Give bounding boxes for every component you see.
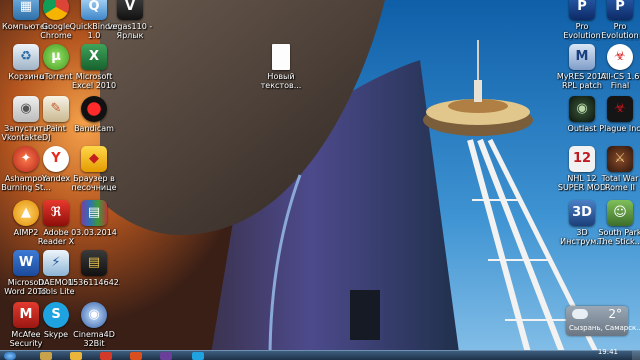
new-text-document-label: Новый текстов...: [260, 72, 302, 90]
sandbox-browser-label: Браузер в песочнице: [71, 174, 117, 192]
sandbox-browser-icon: ◆: [81, 146, 107, 172]
folder-taskbar-icon[interactable]: [70, 352, 82, 360]
cinema4d-item[interactable]: ◉ Cinema4D 32Bit: [68, 302, 120, 348]
yandex-icon: Y: [43, 146, 69, 172]
total-war-label: Total War Rome II: [601, 174, 639, 192]
excel-label: Microsoft Excel 2010: [71, 72, 117, 90]
start-button[interactable]: [4, 352, 16, 360]
weather-gadget[interactable]: 2° Сызрань, Самарск...: [566, 306, 640, 336]
bandicam-record-icon: [81, 96, 107, 122]
show-desktop-button[interactable]: [632, 351, 640, 360]
vegas-item[interactable]: V vegas110 - Ярлык: [104, 0, 156, 40]
weather-city: Сызрань, Самарск...: [569, 324, 640, 332]
bandicam-label: Bandicam: [74, 124, 114, 133]
archive-icon: ▤: [81, 200, 107, 226]
skype-icon: S: [43, 302, 69, 328]
winrar-archive-item[interactable]: ▤ 03.03.2014: [68, 200, 120, 237]
archive-label: 03.03.2014: [71, 228, 117, 237]
skype-taskbar-icon[interactable]: [192, 352, 204, 360]
pes-2013-b-item[interactable]: P Pro Evolution Soccer 2013: [594, 0, 640, 41]
film-icon: ▤: [81, 250, 107, 276]
video-file-label: 1536114642...: [68, 278, 120, 287]
weather-temperature: 2°: [608, 307, 622, 321]
cinema4d-label: Cinema4D 32Bit: [73, 330, 115, 348]
south-park-label: South Park The Stick...: [597, 228, 640, 246]
all-cs-label: All-CS 1.6 Final: [600, 72, 640, 90]
bandicam-item[interactable]: Bandicam: [68, 96, 120, 133]
excel-item[interactable]: X Microsoft Excel 2010: [68, 44, 120, 90]
taskbar[interactable]: 19:41: [0, 348, 640, 360]
vegas-icon: V: [117, 0, 143, 20]
south-park-icon: ☺: [607, 200, 633, 226]
cloud-icon: [572, 309, 588, 319]
explorer-taskbar-icon[interactable]: [40, 352, 52, 360]
nhl-icon: 12: [569, 146, 595, 172]
excel-icon: X: [81, 44, 107, 70]
plague-inc-label: Plague Inc: [599, 124, 640, 133]
system-clock[interactable]: 19:41: [598, 348, 618, 357]
media-taskbar-icon[interactable]: [100, 352, 112, 360]
3d-instrument-icon: 3D: [569, 200, 595, 226]
desktop[interactable]: ▦ Компьютер ♻ Корзина ◉ Запустить Vkonta…: [0, 0, 640, 360]
chrome-icon: [43, 0, 69, 20]
video-file-item[interactable]: ▤ 1536114642...: [68, 250, 120, 287]
new-text-document-item[interactable]: Новый текстов...: [255, 44, 307, 90]
total-war-item[interactable]: ⚔ Total War Rome II: [594, 146, 640, 192]
outlast-icon: ◉: [569, 96, 595, 122]
app-taskbar-icon[interactable]: [160, 352, 172, 360]
pes-2013-b-label: Pro Evolution Soccer 2013: [595, 22, 640, 41]
pes-icon: P: [569, 0, 595, 20]
myres-icon: M: [569, 44, 595, 70]
total-war-icon: ⚔: [607, 146, 633, 172]
counter-strike-icon: ☣: [607, 44, 633, 70]
adobe-reader-icon: ℜ: [43, 200, 69, 226]
plague-inc-item[interactable]: ☣ Plague Inc: [594, 96, 640, 133]
utorrent-icon: µ: [43, 44, 69, 70]
text-document-icon: [272, 44, 290, 70]
pes-icon: P: [607, 0, 633, 20]
south-park-item[interactable]: ☺ South Park The Stick...: [594, 200, 640, 246]
sandbox-browser-item[interactable]: ◆ Браузер в песочнице: [68, 146, 120, 192]
biohazard-icon: ☣: [607, 96, 633, 122]
paint-palette-icon: ✎: [43, 96, 69, 122]
browser-taskbar-icon[interactable]: [130, 352, 142, 360]
vegas-label: vegas110 - Ярлык: [107, 22, 153, 40]
all-cs-item[interactable]: ☣ All-CS 1.6 Final: [594, 44, 640, 90]
lightning-icon: ⚡: [43, 250, 69, 276]
cinema4d-icon: ◉: [81, 302, 107, 328]
